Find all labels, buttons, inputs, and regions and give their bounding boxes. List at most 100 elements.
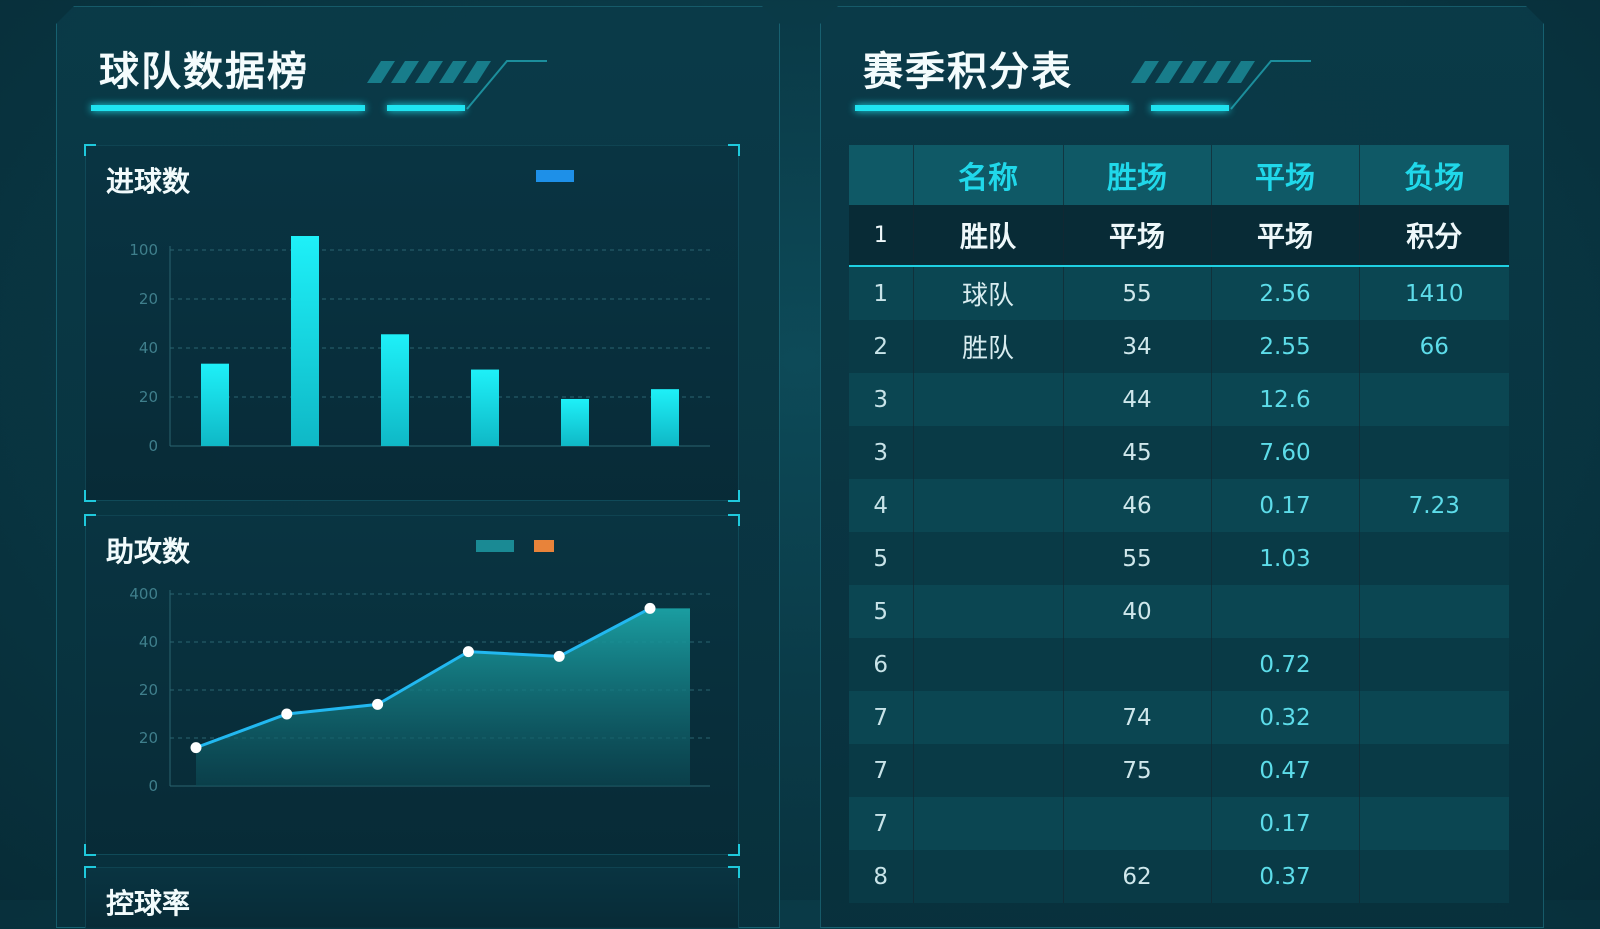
goals-legend — [526, 170, 584, 182]
table-cell: 1 — [849, 205, 913, 266]
table-cell — [913, 691, 1063, 744]
table-cell: 55 — [1063, 532, 1211, 585]
table-header-row: 名称 胜场 平场 负场 — [849, 145, 1509, 205]
table-row: 6 0.72 — [849, 638, 1509, 691]
table-cell: 44 — [1063, 373, 1211, 426]
table-cell — [1359, 691, 1509, 744]
table-cell: 74 — [1063, 691, 1211, 744]
table-cell: 46 — [1063, 479, 1211, 532]
table-cell: 1 — [849, 266, 913, 320]
table-row: 3 45 7.60 — [849, 426, 1509, 479]
y-tick-label: 20 — [139, 290, 158, 308]
table-cell — [1211, 585, 1359, 638]
title-stripes-icon — [347, 53, 547, 113]
corner-decoration — [728, 866, 740, 878]
y-tick-label: 40 — [139, 633, 158, 651]
table-cell — [913, 744, 1063, 797]
table-cell: 0.37 — [1211, 850, 1359, 903]
corner-decoration — [84, 144, 96, 156]
corner-decoration — [728, 844, 740, 856]
bar — [651, 389, 679, 446]
table-cell — [1063, 797, 1211, 850]
title-stripes-icon — [1111, 53, 1311, 113]
table-cell: 45 — [1063, 426, 1211, 479]
table-cell — [1359, 638, 1509, 691]
legend-swatch — [476, 540, 514, 552]
table-cell — [913, 797, 1063, 850]
table-cell — [913, 638, 1063, 691]
goals-chart-title: 进球数 — [106, 165, 191, 198]
column-header: 胜场 — [1063, 145, 1211, 205]
table-cell: 7 — [849, 797, 913, 850]
table-cell: 平场 — [1211, 205, 1359, 266]
table-cell — [1359, 585, 1509, 638]
bar — [471, 370, 499, 446]
table-cell: 2.56 — [1211, 266, 1359, 320]
table-cell: 7 — [849, 744, 913, 797]
table-cell: 积分 — [1359, 205, 1509, 266]
table-cell: 1410 — [1359, 266, 1509, 320]
panel-title: 球队数据榜 — [99, 49, 309, 95]
table-cell: 2 — [849, 320, 913, 373]
table-cell: 胜队 — [913, 205, 1063, 266]
column-header: 负场 — [1359, 145, 1509, 205]
table-cell: 0.72 — [1211, 638, 1359, 691]
assists-legend — [476, 540, 564, 552]
corner-decoration — [84, 866, 96, 878]
table-cell: 胜队 — [913, 320, 1063, 373]
column-header: 平场 — [1211, 145, 1359, 205]
y-tick-label: 20 — [139, 681, 158, 699]
table-cell: 平场 — [1063, 205, 1211, 266]
y-tick-label: 40 — [139, 339, 158, 357]
assists-chart-title: 助攻数 — [106, 535, 191, 568]
y-tick-label: 100 — [129, 241, 158, 259]
bar — [381, 334, 409, 446]
y-tick-label: 0 — [148, 437, 158, 455]
table-row: 7 74 0.32 — [849, 691, 1509, 744]
bar — [561, 399, 589, 446]
table-row: 1 球队 55 2.56 1410 — [849, 266, 1509, 320]
table-cell — [913, 373, 1063, 426]
table-subheader-row: 1 胜队 平场 平场 积分 — [849, 205, 1509, 266]
season-standings-panel: 赛季积分表 名称 胜场 平场 负场 1 胜队 平场 平场 积分 1 球队 55 … — [820, 6, 1544, 928]
corner-decoration — [728, 144, 740, 156]
corner-decoration — [84, 514, 96, 526]
table-cell: 12.6 — [1211, 373, 1359, 426]
panel-title: 赛季积分表 — [863, 49, 1073, 95]
table-cell: 6 — [849, 638, 913, 691]
table-cell: 0.17 — [1211, 479, 1359, 532]
title-underline — [855, 105, 1129, 111]
table-cell: 34 — [1063, 320, 1211, 373]
table-cell: 5 — [849, 532, 913, 585]
y-tick-label: 20 — [139, 729, 158, 747]
data-point — [463, 646, 474, 657]
possession-chart-card: 控球率 — [85, 867, 739, 929]
y-tick-label: 0 — [148, 777, 158, 795]
table-cell: 62 — [1063, 850, 1211, 903]
table-cell — [1359, 532, 1509, 585]
table-cell: 1.03 — [1211, 532, 1359, 585]
table-cell: 55 — [1063, 266, 1211, 320]
table-row: 2 胜队 34 2.55 66 — [849, 320, 1509, 373]
bar — [291, 236, 319, 446]
y-tick-label: 20 — [139, 388, 158, 406]
legend-swatch — [536, 170, 574, 182]
bar — [201, 364, 229, 446]
corner-decoration — [84, 844, 96, 856]
table-row: 5 55 1.03 — [849, 532, 1509, 585]
table-cell: 5 — [849, 585, 913, 638]
data-point — [372, 699, 383, 710]
table-cell — [913, 850, 1063, 903]
table-cell — [1359, 426, 1509, 479]
title-underline-accent — [1151, 105, 1229, 111]
table-cell — [1359, 744, 1509, 797]
data-point — [281, 709, 292, 720]
team-stats-panel: 球队数据榜 进球数 0 20 40 20 100 助攻数 0 20 20 40 … — [56, 6, 780, 928]
data-point — [554, 651, 565, 662]
table-cell — [1063, 638, 1211, 691]
column-header: 名称 — [913, 145, 1063, 205]
table-cell: 7.23 — [1359, 479, 1509, 532]
table-cell: 4 — [849, 479, 913, 532]
table-row: 5 40 — [849, 585, 1509, 638]
table-cell — [913, 585, 1063, 638]
